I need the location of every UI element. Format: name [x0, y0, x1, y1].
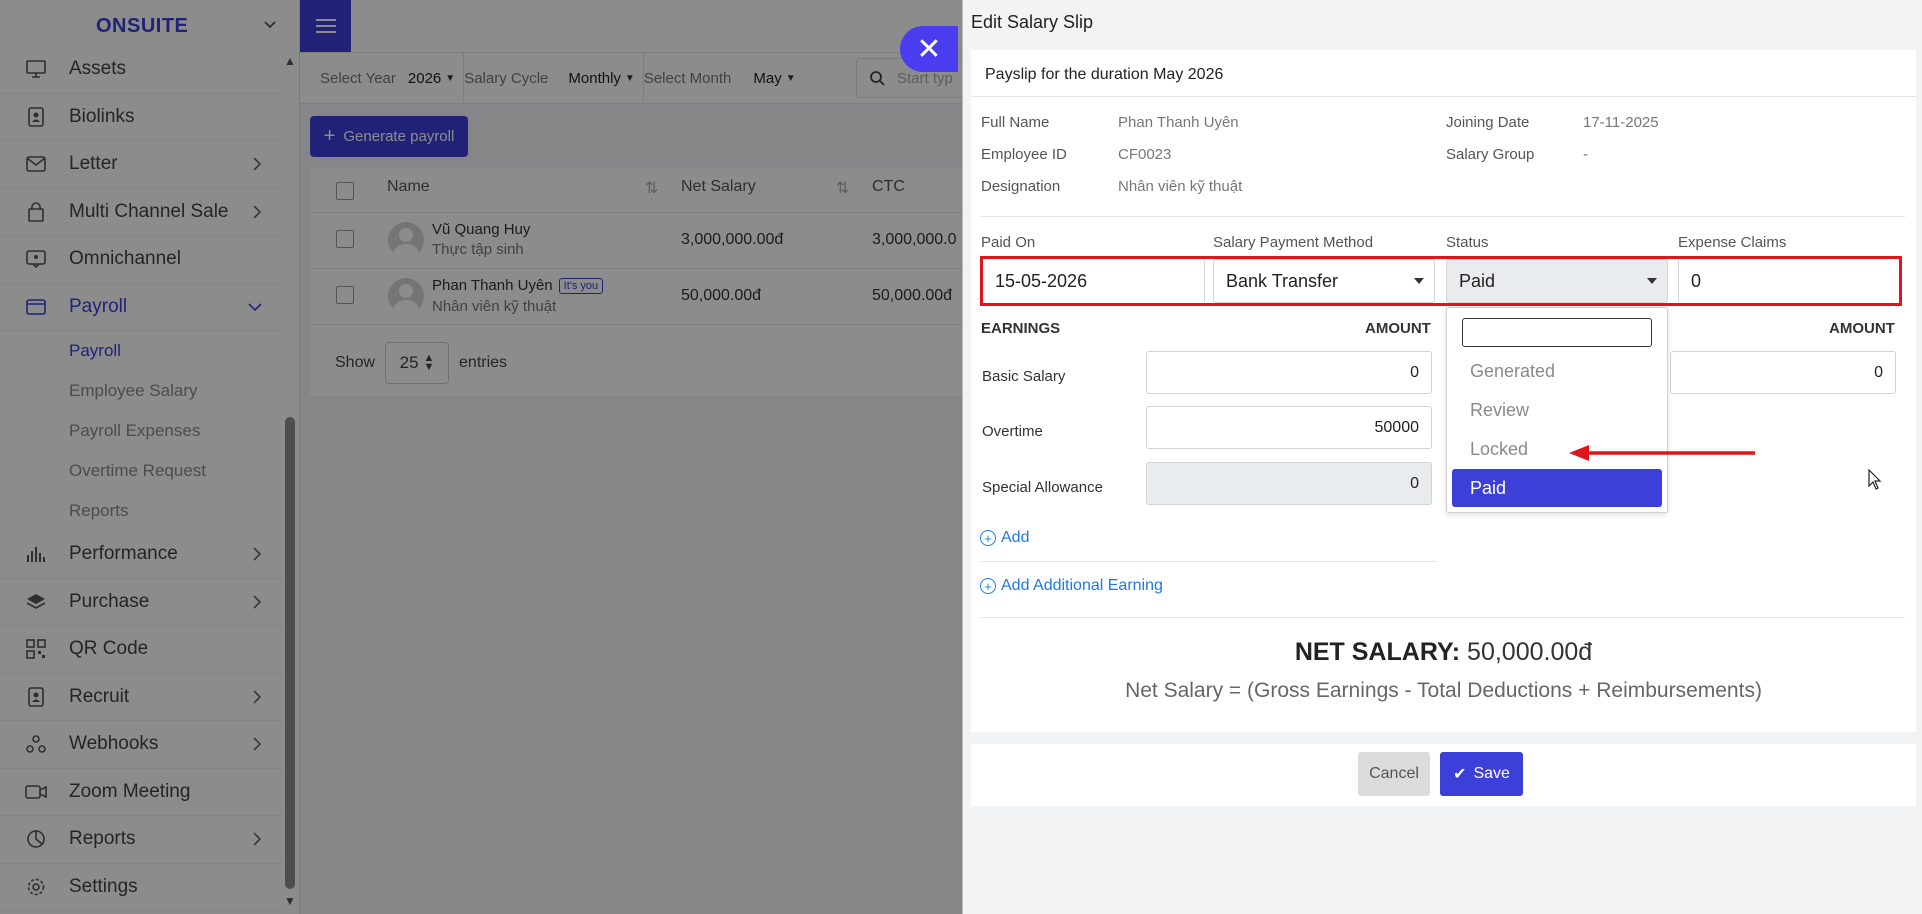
earnings-header: EARNINGS	[981, 320, 1061, 337]
drawer-title: Edit Salary Slip	[971, 12, 1094, 32]
net-salary-value: 50,000.00đ	[1467, 638, 1593, 666]
save-label: Save	[1473, 765, 1510, 782]
employee-id-label: Employee ID	[981, 146, 1067, 163]
add-additional-earning-link[interactable]: + Add Additional Earning	[980, 577, 1163, 595]
plus-circle-icon: +	[980, 530, 996, 546]
modal-backdrop[interactable]	[0, 0, 962, 914]
payment-method-label: Salary Payment Method	[1213, 234, 1374, 251]
special-allowance-label: Special Allowance	[982, 479, 1103, 496]
paid-on-label: Paid On	[981, 234, 1036, 251]
special-allowance-input: 0	[1146, 462, 1432, 505]
add-earning-link[interactable]: + Add	[980, 529, 1029, 547]
full-name-label: Full Name	[981, 114, 1050, 131]
overtime-input[interactable]: 50000	[1146, 406, 1432, 449]
annotation-arrow-icon	[1569, 445, 1755, 461]
net-salary-formula: Net Salary = (Gross Earnings - Total Ded…	[1125, 679, 1762, 702]
status-option-locked[interactable]: Locked	[1470, 439, 1528, 460]
cancel-button[interactable]: Cancel	[1358, 752, 1430, 796]
status-label: Status	[1446, 234, 1489, 251]
net-salary-label: NET SALARY:	[1294, 638, 1461, 666]
status-search-input[interactable]	[1462, 318, 1652, 347]
designation-value: Nhân viên kỹ thuật	[1118, 178, 1243, 195]
earnings-amount-header: AMOUNT	[1365, 320, 1431, 337]
divider	[981, 617, 1905, 618]
save-button[interactable]: ✔ Save	[1440, 752, 1523, 796]
mouse-cursor-icon	[1868, 469, 1882, 490]
highlight-box	[980, 256, 1902, 306]
employee-id-value: CF0023	[1118, 146, 1172, 163]
salary-group-label: Salary Group	[1446, 146, 1535, 163]
payslip-header: Payslip for the duration May 2026	[985, 66, 1224, 83]
close-icon: ✕	[916, 32, 942, 66]
add-additional-earning-label: Add Additional Earning	[1001, 577, 1163, 594]
joining-date-label: Joining Date	[1446, 114, 1530, 131]
deductions-amount-header: AMOUNT	[1829, 320, 1895, 337]
net-salary-summary: NET SALARY: 50,000.00đ	[971, 638, 1916, 667]
status-option-review[interactable]: Review	[1470, 400, 1529, 421]
status-option-generated[interactable]: Generated	[1470, 361, 1555, 382]
joining-date-value: 17-11-2025	[1583, 114, 1659, 131]
divider	[971, 96, 1916, 97]
basic-salary-label: Basic Salary	[982, 368, 1066, 385]
divider	[981, 561, 1437, 562]
add-label: Add	[1001, 529, 1030, 546]
close-drawer-button[interactable]: ✕	[900, 26, 958, 72]
basic-salary-input[interactable]: 0	[1146, 351, 1432, 394]
status-option-paid[interactable]: Paid	[1452, 469, 1662, 507]
plus-circle-icon: +	[980, 578, 996, 594]
divider	[981, 216, 1905, 217]
overtime-label: Overtime	[982, 423, 1043, 440]
salary-group-value: -	[1583, 146, 1588, 163]
expense-claims-label: Expense Claims	[1678, 234, 1787, 251]
full-name-value: Phan Thanh Uyên	[1118, 114, 1239, 131]
check-icon: ✔	[1453, 766, 1467, 783]
deduction-amount-input[interactable]: 0	[1670, 351, 1896, 394]
designation-label: Designation	[981, 178, 1061, 195]
